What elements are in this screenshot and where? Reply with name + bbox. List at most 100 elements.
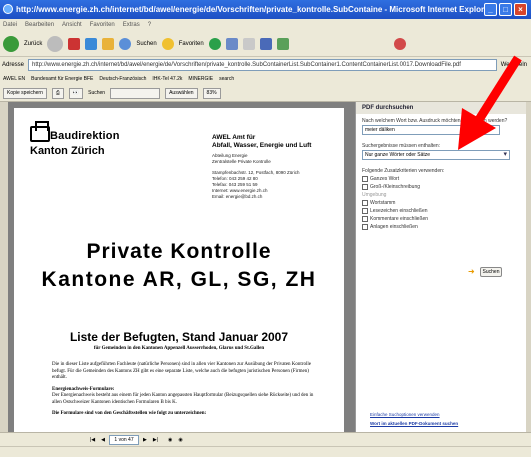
office-line-1: AWEL Amt für bbox=[212, 134, 256, 141]
address-bar: Adresse http://www.energie.zh.ch/interne… bbox=[0, 57, 531, 72]
link-minergie[interactable]: MINERGIE bbox=[188, 76, 213, 82]
checkbox[interactable] bbox=[362, 224, 368, 230]
media-icon[interactable] bbox=[208, 37, 221, 50]
checkbox-label: Ganzes Wort bbox=[370, 176, 400, 182]
results-option-select[interactable]: Nur ganze Wörter oder Sätze bbox=[362, 150, 510, 160]
edit-icon[interactable] bbox=[276, 37, 289, 50]
back-label[interactable]: Zurück bbox=[24, 41, 42, 47]
link-search[interactable]: search bbox=[219, 76, 234, 82]
forward-icon[interactable] bbox=[47, 35, 64, 52]
checkbox[interactable] bbox=[362, 176, 368, 182]
home-icon[interactable] bbox=[102, 37, 115, 50]
search-arrow-icon: ➜ bbox=[468, 267, 475, 276]
checkbox[interactable] bbox=[362, 184, 368, 190]
checkbox[interactable] bbox=[362, 216, 368, 222]
link-deutsch-franz[interactable]: Deutsch-Französisch bbox=[99, 76, 146, 82]
back-icon[interactable] bbox=[3, 35, 19, 52]
next-view-icon[interactable]: ◉ bbox=[178, 437, 182, 443]
search-current-pdf-link[interactable]: Wort im aktuellen PDF-Dokument suchen bbox=[370, 419, 458, 428]
search-icon[interactable] bbox=[119, 37, 132, 50]
menu-bearbeiten[interactable]: Bearbeiten bbox=[25, 19, 54, 31]
link-bfe[interactable]: Bundesamt für Energie BFE bbox=[31, 76, 93, 82]
panel-links: Einfache Suchoptionen verwenden Wort im … bbox=[370, 410, 458, 428]
go-button[interactable]: Wechseln bbox=[501, 62, 531, 68]
save-copy-button[interactable]: Kopie speichern bbox=[3, 87, 47, 99]
pdf-page: Baudirektion Kanton Zürich AWEL Amt für … bbox=[14, 108, 344, 432]
search-button[interactable]: Suchen bbox=[480, 267, 502, 277]
panel-scrollbar[interactable] bbox=[526, 102, 531, 432]
address-label: Adresse bbox=[2, 61, 25, 68]
links-bar: AWEL EN Bundesamt für Energie BFE Deutsc… bbox=[0, 72, 531, 85]
pdf-document-area[interactable]: Baudirektion Kanton Zürich AWEL Amt für … bbox=[8, 102, 355, 432]
search-panel-header: PDF durchsuchen bbox=[356, 102, 526, 114]
select-button[interactable]: Auswählen bbox=[165, 87, 198, 99]
check-case[interactable]: Groß-/Kleinschreibung bbox=[362, 184, 520, 190]
link-ihk[interactable]: IHK-Tel 47.2k bbox=[152, 76, 182, 82]
paragraph: Die Formulare sind von den Geschäftsstel… bbox=[52, 411, 207, 416]
pdf-search-input[interactable] bbox=[110, 87, 161, 99]
query-input[interactable]: meier däliken bbox=[362, 125, 500, 135]
last-page-icon[interactable]: ▶| bbox=[153, 437, 158, 443]
paragraph: Der Energienachweis besteht aus einem fü… bbox=[52, 393, 314, 405]
window-title: http://www.energie.zh.ch/internet/bd/awe… bbox=[16, 5, 492, 14]
navigation-pane-tabs[interactable] bbox=[0, 102, 8, 432]
window-controls: _ □ × bbox=[484, 3, 527, 16]
menu-favoriten[interactable]: Favoriten bbox=[90, 19, 115, 31]
menu-bar: Datei Bearbeiten Ansicht Favoriten Extra… bbox=[0, 19, 531, 31]
mail-icon[interactable] bbox=[242, 37, 255, 50]
first-page-icon[interactable]: |◀ bbox=[90, 437, 95, 443]
criteria-label: Folgende Zusatzkriterien verwenden: bbox=[362, 168, 445, 174]
check-bookmarks[interactable]: Lesezeichen einschließen bbox=[362, 208, 520, 214]
print-icon[interactable] bbox=[259, 37, 272, 50]
checkbox[interactable] bbox=[362, 200, 368, 206]
document-title: Private Kontrolle bbox=[86, 240, 272, 263]
check-comments[interactable]: Kommentare einschließen bbox=[362, 216, 520, 222]
document-subtitle-2: für Gemeinden in den Kantonen Appenzell … bbox=[93, 346, 265, 351]
canton-logo-icon bbox=[30, 121, 50, 142]
search-field-label: Suchen bbox=[88, 90, 106, 96]
favorites-star-icon[interactable] bbox=[161, 37, 174, 50]
favorites-label[interactable]: Favoriten bbox=[179, 41, 204, 47]
checkbox-label: Umgebung bbox=[362, 192, 387, 198]
contact-line: Email: energie@bd.zh.ch bbox=[212, 194, 263, 199]
check-stemming[interactable]: Wortstamm bbox=[362, 200, 520, 206]
menu-datei[interactable]: Datei bbox=[3, 19, 17, 31]
checkbox[interactable] bbox=[362, 208, 368, 214]
checkbox-label: Lesezeichen einschließen bbox=[370, 208, 428, 214]
address-input[interactable]: http://www.energie.zh.ch/internet/bd/awe… bbox=[28, 58, 497, 71]
print-pdf-button[interactable]: ⎙ bbox=[51, 87, 64, 99]
minimize-button[interactable]: _ bbox=[484, 3, 497, 16]
menu-ansicht[interactable]: Ansicht bbox=[62, 19, 82, 31]
link-awel[interactable]: AWEL EN bbox=[3, 76, 25, 82]
pdf-search-panel: PDF durchsuchen Nach welchem Wort bzw. A… bbox=[355, 102, 526, 432]
menu-help[interactable]: ? bbox=[148, 19, 151, 31]
close-button[interactable]: × bbox=[514, 3, 527, 16]
refresh-icon[interactable] bbox=[85, 37, 98, 50]
next-page-icon[interactable]: ▶ bbox=[143, 437, 147, 443]
document-body: Die in dieser Liste aufgeführten Fachleu… bbox=[52, 362, 322, 423]
prev-page-icon[interactable]: ◀ bbox=[101, 437, 105, 443]
maximize-button[interactable]: □ bbox=[499, 3, 512, 16]
zoom-value[interactable]: 83% bbox=[202, 87, 221, 99]
simple-search-link[interactable]: Einfache Suchoptionen verwenden bbox=[370, 410, 458, 419]
contact-block: Stampfenbachstr. 12, Postfach, 8090 Züri… bbox=[212, 170, 300, 200]
search-label[interactable]: Suchen bbox=[136, 41, 156, 47]
stop-icon[interactable] bbox=[68, 37, 81, 50]
menu-extras[interactable]: Extras bbox=[123, 19, 140, 31]
prev-view-icon[interactable]: ◉ bbox=[168, 437, 172, 443]
check-whole-word[interactable]: Ganzes Wort bbox=[362, 176, 520, 182]
department-name: Baudirektion bbox=[50, 130, 120, 142]
page-indicator[interactable]: 1 von 47 bbox=[109, 434, 140, 445]
paragraph: Die in dieser Liste aufgeführten Fachleu… bbox=[52, 362, 311, 380]
search-pdf-button[interactable]: 👀 bbox=[68, 87, 84, 99]
history-icon[interactable] bbox=[225, 37, 238, 50]
check-proximity: Umgebung bbox=[362, 192, 520, 198]
check-attachments[interactable]: Anlagen einschließen bbox=[362, 224, 520, 230]
query-label: Nach welchem Wort bzw. Ausdruck möchten … bbox=[362, 118, 508, 124]
pdf-navigation-bar: |◀ ◀ 1 von 47 ▶ ▶| ◉ ◉ bbox=[0, 432, 531, 446]
division-line: Zentralstelle Private Kontrolle bbox=[212, 159, 271, 164]
browser-toolbar: Zurück Suchen Favoriten bbox=[0, 31, 531, 57]
checkbox-label: Wortstamm bbox=[370, 200, 396, 206]
messenger-icon[interactable] bbox=[393, 37, 406, 50]
office-line-2: Abfall, Wasser, Energie und Luft bbox=[212, 142, 312, 149]
